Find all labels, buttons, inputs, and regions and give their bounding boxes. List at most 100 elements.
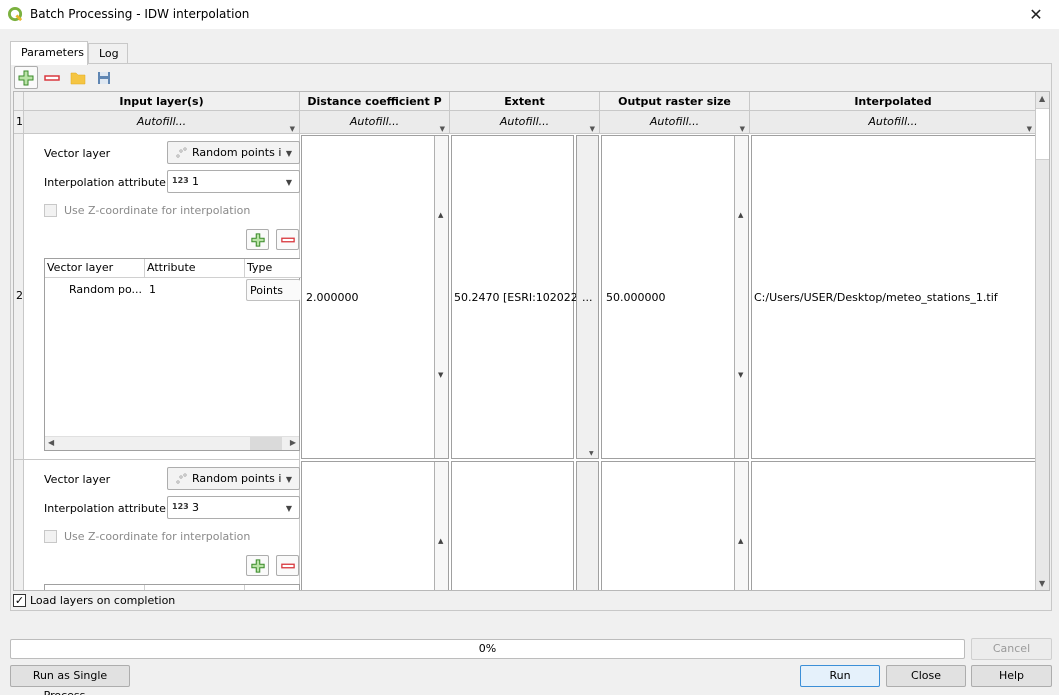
add-layer-button[interactable] [246, 229, 269, 250]
autofill-label: Autofill... [868, 115, 918, 128]
layer-type-combo[interactable]: Points [246, 279, 300, 301]
extent-field[interactable]: 50.2470 [ESRI:102022] [451, 135, 582, 459]
autofill-interpolated[interactable]: Autofill... ▼ [750, 111, 1037, 134]
tab-log[interactable]: Log [88, 43, 128, 64]
spin-up-icon[interactable]: ▲ [738, 537, 743, 545]
cancel-button[interactable]: Cancel [971, 638, 1052, 660]
ellipsis-icon: ... [582, 291, 593, 304]
extent-field[interactable] [451, 461, 574, 590]
spin-up-icon[interactable]: ▲ [438, 537, 443, 545]
scroll-up-icon[interactable]: ▲ [1039, 94, 1045, 103]
vector-layer-combo[interactable]: Random points i ▼ [167, 141, 300, 164]
close-window-icon[interactable]: ✕ [1013, 0, 1059, 29]
save-button[interactable] [92, 66, 116, 89]
remove-row-button[interactable] [40, 66, 64, 89]
layers-table-header[interactable] [45, 585, 145, 590]
open-button[interactable] [66, 66, 90, 89]
extent-browse-button[interactable]: ... ▼ [576, 135, 599, 459]
layer-type-value: Points [250, 284, 284, 297]
load-layers-checkbox[interactable]: ✓ [13, 594, 26, 607]
close-button[interactable]: Close [886, 665, 966, 687]
layers-table-header-type[interactable]: Type [245, 259, 301, 278]
extent-value: 50.2470 [ESRI:102022] [454, 291, 583, 304]
help-button[interactable]: Help [971, 665, 1052, 687]
spin-buttons[interactable]: ▲ [734, 462, 748, 590]
layers-table-header-vector-layer[interactable]: Vector layer [45, 259, 145, 278]
point-layer-icon [176, 473, 187, 484]
batch-toolbar [14, 66, 116, 90]
autofill-output-raster-size[interactable]: Autofill... ▼ [600, 111, 750, 134]
add-row-button[interactable] [14, 66, 38, 89]
add-layer-button[interactable] [246, 555, 269, 576]
extent-browse-button[interactable] [576, 461, 599, 590]
scroll-down-icon[interactable]: ▼ [1039, 579, 1045, 588]
folder-icon [70, 72, 86, 84]
scroll-left-icon: ◀ [48, 438, 55, 447]
distance-coefficient-value: 2.000000 [306, 291, 359, 304]
column-header-extent[interactable]: Extent [450, 92, 600, 111]
layers-table-row[interactable]: Random po... 1 Points [45, 279, 300, 301]
column-header-output-raster-size[interactable]: Output raster size [600, 92, 750, 111]
spin-buttons[interactable]: ▲ ▼ [434, 136, 448, 458]
interpolated-output-path: C:/Users/USER/Desktop/meteo_stations_1.t… [754, 291, 998, 304]
scroll-thumb[interactable] [250, 437, 282, 450]
dropdown-arrow-icon: ▼ [285, 178, 292, 187]
row-header-2[interactable]: 2 [14, 134, 24, 460]
dropdown-arrow-icon: ▼ [285, 475, 292, 484]
title-bar: Batch Processing - IDW interpolation ✕ [0, 0, 1059, 29]
run-as-single-process-button[interactable]: Run as Single Process… [10, 665, 130, 695]
interpolated-output-field[interactable] [751, 461, 1036, 590]
row-header-1[interactable]: 1 [14, 111, 24, 134]
green-plus-icon [250, 232, 265, 247]
autofill-label: Autofill... [136, 115, 187, 128]
layers-table-hscrollbar[interactable]: ◀ ▶ [45, 436, 299, 450]
spin-up-icon[interactable]: ▲ [738, 211, 743, 219]
numeric-field-icon: 123 [172, 176, 189, 185]
distance-coefficient-spinbox[interactable]: ▲ [301, 461, 449, 590]
spin-buttons[interactable]: ▲ [434, 462, 448, 590]
interpolation-attribute-combo[interactable]: 123 3 ▼ [167, 496, 300, 519]
distance-coefficient-spinbox[interactable]: 2.000000 ▲ ▼ [301, 135, 449, 459]
spin-down-icon[interactable]: ▼ [738, 371, 743, 379]
tab-parameters[interactable]: Parameters [10, 41, 88, 65]
column-header-distance-coefficient[interactable]: Distance coefficient P [300, 92, 450, 111]
window-title: Batch Processing - IDW interpolation [30, 7, 250, 21]
interpolated-output-field[interactable]: C:/Users/USER/Desktop/meteo_stations_1.t… [751, 135, 1036, 459]
vector-layer-combo[interactable]: Random points i ▼ [167, 467, 300, 490]
header-corner [14, 92, 24, 111]
autofill-input-layers[interactable]: Autofill... ▼ [24, 111, 300, 134]
vector-layer-value: Random points i [192, 472, 282, 485]
spin-down-icon[interactable]: ▼ [438, 371, 443, 379]
column-header-input-layers[interactable]: Input layer(s) [24, 92, 300, 111]
input-layers-cell: Vector layer Random points i ▼ Interpola… [24, 134, 301, 460]
output-raster-size-value: 50.000000 [606, 291, 666, 304]
column-header-interpolated[interactable]: Interpolated [750, 92, 1037, 111]
red-minus-icon [44, 74, 60, 81]
output-raster-size-spinbox[interactable]: ▲ [601, 461, 749, 590]
remove-layer-button[interactable] [276, 229, 299, 250]
interpolation-attribute-label: Interpolation attribute [44, 502, 166, 515]
interpolation-attribute-label: Interpolation attribute [44, 176, 166, 189]
input-layers-cell: Vector layer Random points i ▼ Interpola… [24, 460, 300, 590]
qgis-logo-icon [8, 7, 23, 22]
layers-table-header[interactable] [145, 585, 245, 590]
use-z-checkbox[interactable] [44, 204, 57, 217]
interpolation-attribute-value: 1 [192, 175, 199, 188]
autofill-label: Autofill... [499, 115, 550, 128]
table-vscrollbar[interactable]: ▲ ▼ [1035, 92, 1049, 590]
remove-layer-button[interactable] [276, 555, 299, 576]
output-raster-size-spinbox[interactable]: 50.000000 ▲ ▼ [601, 135, 749, 459]
scroll-thumb[interactable] [1036, 108, 1049, 160]
row-header-3[interactable] [14, 460, 24, 590]
autofill-label: Autofill... [349, 115, 400, 128]
vector-layer-label: Vector layer [44, 147, 111, 160]
spin-buttons[interactable]: ▲ ▼ [734, 136, 748, 458]
spin-up-icon[interactable]: ▲ [438, 211, 443, 219]
layers-table-header-attribute[interactable]: Attribute [145, 259, 245, 278]
use-z-checkbox[interactable] [44, 530, 57, 543]
run-button[interactable]: Run [800, 665, 880, 687]
autofill-extent[interactable]: Autofill... ▼ [450, 111, 600, 134]
autofill-distance-coefficient[interactable]: Autofill... ▼ [300, 111, 450, 134]
batch-table: Input layer(s) Distance coefficient P Ex… [13, 91, 1050, 591]
interpolation-attribute-combo[interactable]: 123 1 ▼ [167, 170, 300, 193]
